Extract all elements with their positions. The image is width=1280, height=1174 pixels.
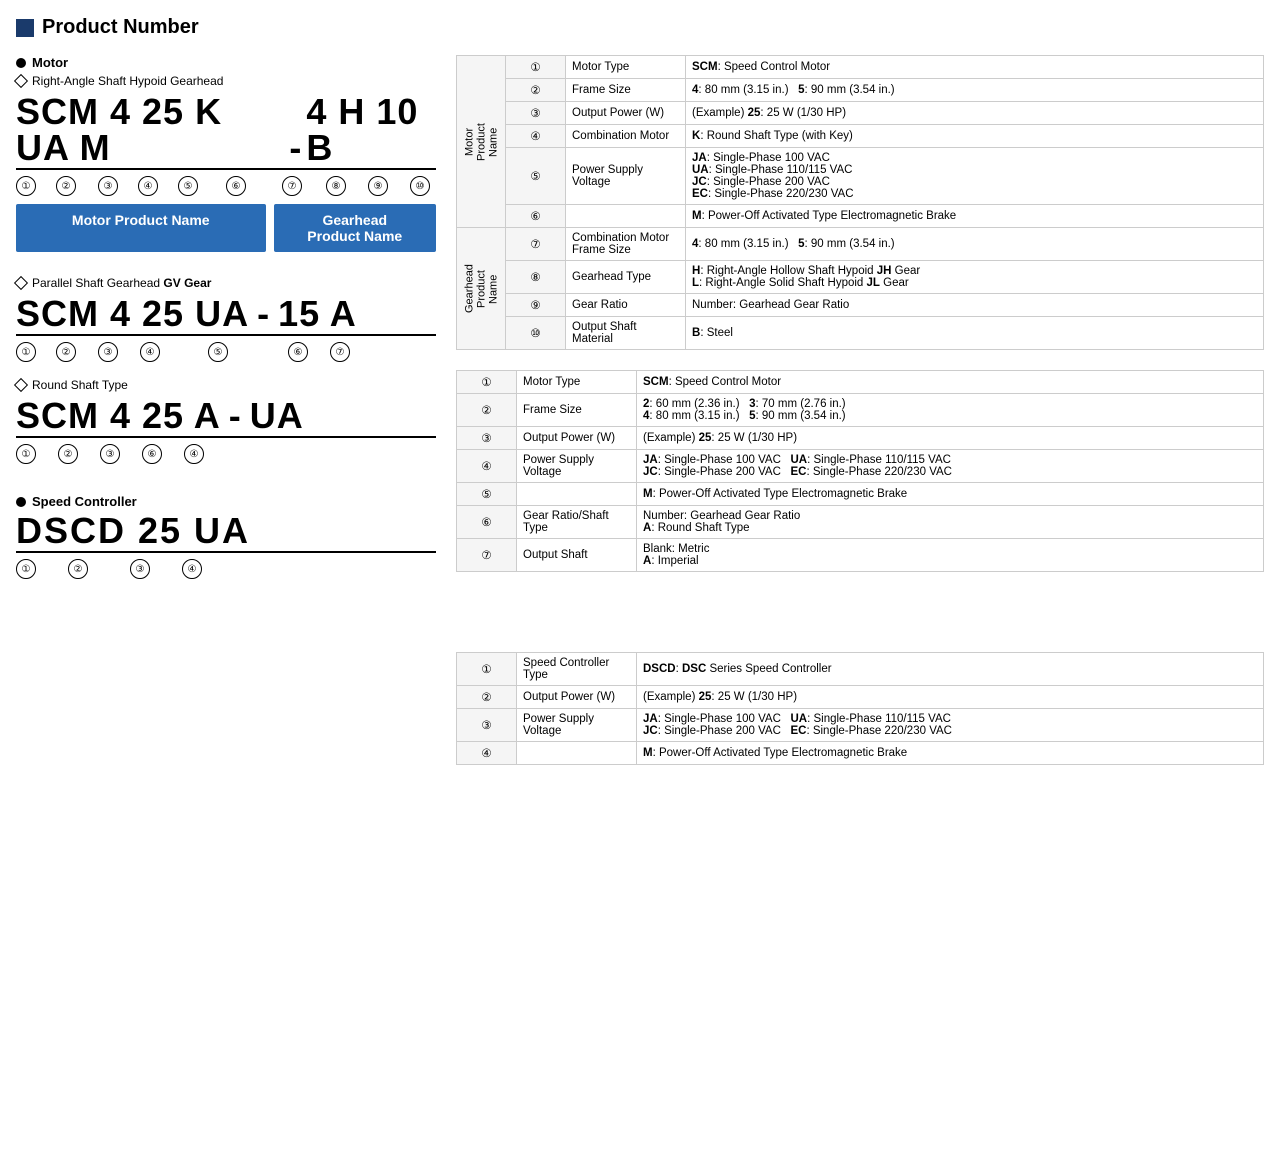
speed-controller-label: Speed Controller bbox=[16, 494, 436, 509]
diamond-icon-1 bbox=[14, 74, 28, 88]
table-row: ⑥ M: Power-Off Activated Type Electromag… bbox=[457, 205, 1264, 228]
motor-product-name-box: Motor Product Name bbox=[16, 204, 266, 252]
table-row: ⑥ Gear Ratio/ShaftType Number: Gearhead … bbox=[457, 506, 1264, 539]
right-angle-code: SCM 4 25 K UA M - 4 H 10 B ① ② ③ ④ ⑤ ⑥ ⑦ bbox=[16, 94, 436, 196]
diamond-heading-2: Parallel Shaft Gearhead GV Gear bbox=[16, 276, 436, 290]
gearhead-product-name-box: GearheadProduct Name bbox=[274, 204, 437, 252]
diamond-icon-3 bbox=[14, 378, 28, 392]
code-round-rest: UA bbox=[250, 398, 304, 434]
speed-controller-section: Speed Controller DSCD 25 UA ① ② ③ ④ bbox=[16, 494, 436, 579]
table-row: ④ Power Supply Voltage JA: Single-Phase … bbox=[457, 450, 1264, 483]
circles-row-2: ① ② ③ ④ ⑤ ⑥ ⑦ bbox=[16, 342, 436, 362]
bullet-icon bbox=[16, 58, 26, 68]
diamond-heading-1: Right-Angle Shaft Hypoid Gearhead bbox=[16, 74, 436, 88]
right-angle-subsection: Right-Angle Shaft Hypoid Gearhead SCM 4 … bbox=[16, 74, 436, 252]
name-boxes-1: Motor Product Name GearheadProduct Name bbox=[16, 204, 436, 252]
code-parallel-rest: 15 A bbox=[278, 296, 357, 332]
table-row: ⑤ Power Supply Voltage JA: Single-Phase … bbox=[457, 148, 1264, 205]
table-row: ⑨ Gear Ratio Number: Gearhead Gear Ratio bbox=[457, 294, 1264, 317]
diamond-heading-3: Round Shaft Type bbox=[16, 378, 436, 392]
speed-ctrl-code: DSCD 25 UA ① ② ③ ④ bbox=[16, 513, 436, 579]
table-row: ① Motor Type SCM: Speed Control Motor bbox=[457, 371, 1264, 394]
code-underline-4 bbox=[16, 551, 436, 553]
table-row: ④ Combination Motor K: Round Shaft Type … bbox=[457, 125, 1264, 148]
table-row: ⑩ Output Shaft Material B: Steel bbox=[457, 317, 1264, 350]
group-motor: MotorProductName bbox=[457, 56, 506, 228]
table-row: ② Frame Size 2: 60 mm (2.36 in.) 3: 70 m… bbox=[457, 394, 1264, 427]
table-row: ③ Power Supply Voltage JA: Single-Phase … bbox=[457, 709, 1264, 742]
code-parallel: SCM 4 25 UA bbox=[16, 296, 249, 332]
code-rest: 4 H 10 B bbox=[306, 94, 436, 166]
code-underline-2 bbox=[16, 334, 436, 336]
parallel-table: ① Motor Type SCM: Speed Control Motor ② … bbox=[456, 370, 1264, 572]
code-dash: - bbox=[289, 130, 302, 166]
parallel-code: SCM 4 25 UA - 15 A ① ② ③ ④ ⑤ ⑥ ⑦ bbox=[16, 296, 436, 362]
table-row: ③ Output Power (W) (Example) 25: 25 W (1… bbox=[457, 102, 1264, 125]
circles-row-3: ① ② ③ ⑥ ④ bbox=[16, 444, 436, 464]
title-icon bbox=[16, 19, 34, 37]
code-scm: SCM 4 25 K UA M bbox=[16, 94, 285, 166]
diamond-icon-2 bbox=[14, 276, 28, 290]
table-row: ⑦ Output Shaft Blank: Metric A: Imperial bbox=[457, 539, 1264, 572]
table-row: ⑤ M: Power-Off Activated Type Electromag… bbox=[457, 483, 1264, 506]
code-underline-1 bbox=[16, 168, 436, 170]
motor-label: Motor bbox=[16, 55, 436, 70]
right-angle-table: MotorProductName ① Motor Type SCM: Speed… bbox=[456, 55, 1264, 350]
table-row: ① Speed ControllerType DSCD: DSC Series … bbox=[457, 653, 1264, 686]
right-panel: MotorProductName ① Motor Type SCM: Speed… bbox=[456, 55, 1264, 785]
circles-row-4: ① ② ③ ④ bbox=[16, 559, 436, 579]
code-round: SCM 4 25 A bbox=[16, 398, 221, 434]
table-row: ② Output Power (W) (Example) 25: 25 W (1… bbox=[457, 686, 1264, 709]
parallel-shaft-subsection: Parallel Shaft Gearhead GV Gear SCM 4 25… bbox=[16, 276, 436, 362]
code-underline-3 bbox=[16, 436, 436, 438]
group-gearhead: GearheadProductName bbox=[457, 228, 506, 350]
page-title: Product Number bbox=[16, 16, 1264, 39]
code-dscd: DSCD 25 UA bbox=[16, 510, 250, 551]
motor-section: Motor Right-Angle Shaft Hypoid Gearhead … bbox=[16, 55, 436, 464]
table-row: ⑧ Gearhead Type H: Right-Angle Hollow Sh… bbox=[457, 261, 1264, 294]
left-panel: Motor Right-Angle Shaft Hypoid Gearhead … bbox=[16, 55, 436, 785]
table-row: ④ M: Power-Off Activated Type Electromag… bbox=[457, 742, 1264, 765]
speed-ctrl-table: ① Speed ControllerType DSCD: DSC Series … bbox=[456, 652, 1264, 765]
table-row: GearheadProductName ⑦ Combination MotorF… bbox=[457, 228, 1264, 261]
bullet-icon-2 bbox=[16, 497, 26, 507]
round-shaft-subsection: Round Shaft Type SCM 4 25 A - UA ① ② ③ ⑥… bbox=[16, 378, 436, 464]
table-row: MotorProductName ① Motor Type SCM: Speed… bbox=[457, 56, 1264, 79]
table-row: ③ Output Power (W) (Example) 25: 25 W (1… bbox=[457, 427, 1264, 450]
table-row: ② Frame Size 4: 80 mm (3.15 in.) 5: 90 m… bbox=[457, 79, 1264, 102]
circles-row-1: ① ② ③ ④ ⑤ ⑥ ⑦ ⑧ ⑨ ⑩ bbox=[16, 176, 436, 196]
round-shaft-code: SCM 4 25 A - UA ① ② ③ ⑥ ④ bbox=[16, 398, 436, 464]
